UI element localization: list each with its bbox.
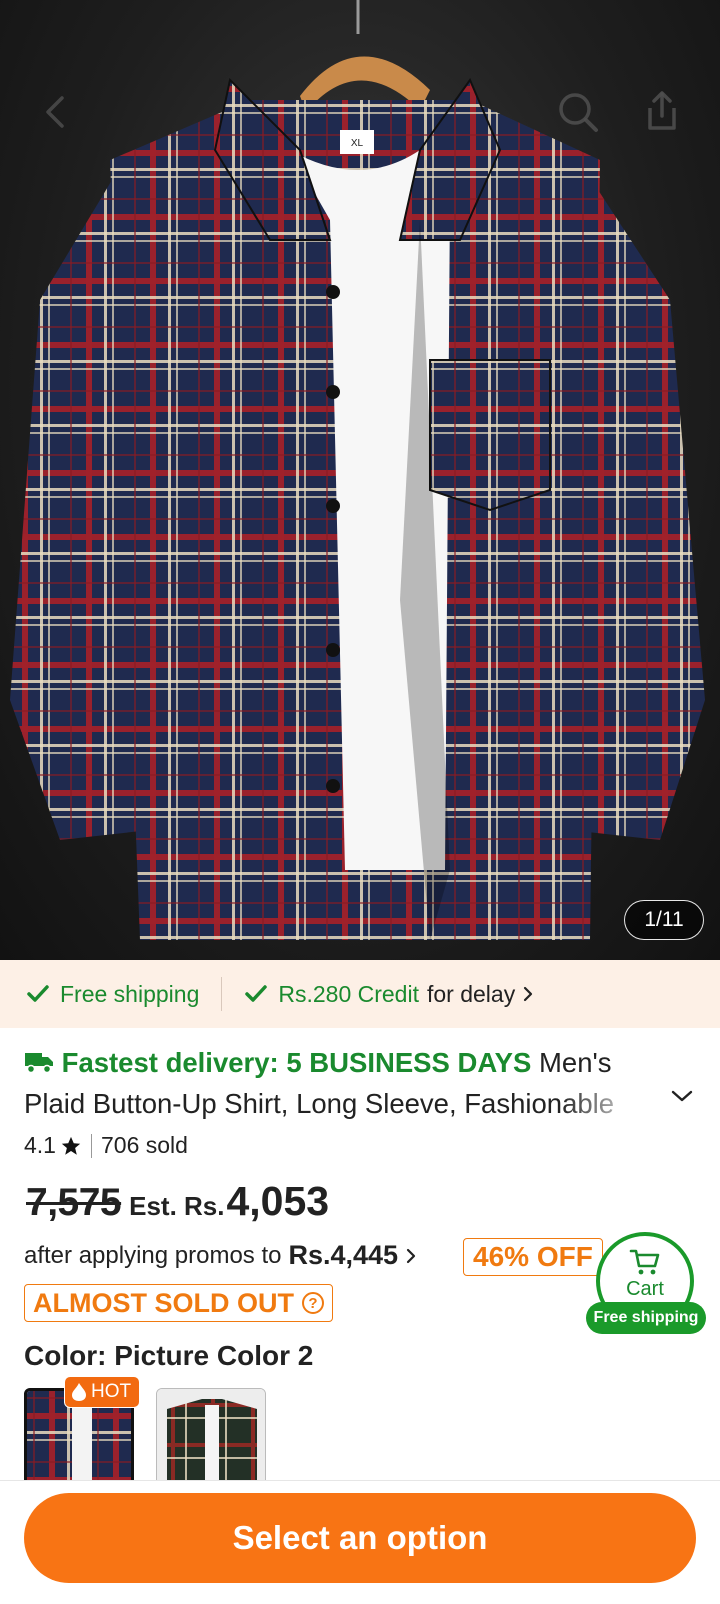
fastest-delivery-label: Fastest delivery: 5 BUSINESS DAYS — [61, 1047, 532, 1078]
promo-price: Rs.4,445 — [288, 1240, 399, 1270]
promo-text: after applying promos to — [24, 1241, 282, 1269]
share-button[interactable] — [634, 84, 690, 140]
chevron-right-icon — [406, 1248, 416, 1263]
image-counter: 1/11 — [624, 900, 704, 940]
free-shipping-label: Free shipping — [60, 980, 200, 1007]
check-icon — [27, 985, 49, 1002]
price-row: 7,575 Est. Rs. 4,053 — [26, 1178, 329, 1225]
original-price: 7,575 — [26, 1181, 122, 1224]
star-icon — [61, 1136, 81, 1155]
search-button[interactable] — [550, 84, 606, 140]
banner-divider — [221, 977, 223, 1011]
almost-sold-out-badge[interactable]: ALMOST SOLD OUT ? — [24, 1284, 333, 1322]
bottom-action-bar: Select an option — [0, 1480, 720, 1604]
shipping-banner[interactable]: Free shipping Rs.280 Credit for delay — [0, 960, 720, 1028]
rating-divider — [90, 1133, 92, 1158]
search-icon — [559, 93, 598, 132]
color-swatch-2[interactable] — [156, 1388, 266, 1480]
credit-label: for delay — [426, 980, 516, 1007]
swatch-image — [157, 1389, 265, 1480]
product-image: XL — [10, 0, 705, 940]
chevron-right-icon — [524, 986, 533, 1002]
cart-label: Cart — [626, 1278, 664, 1300]
est-price-label: Est. Rs. — [129, 1191, 225, 1221]
est-price: 4,053 — [226, 1178, 330, 1224]
sold-count: 706 sold — [100, 1132, 188, 1158]
cart-free-shipping-pill: Free shipping — [586, 1302, 706, 1334]
flame-icon — [72, 1383, 86, 1401]
help-icon: ? — [301, 1292, 324, 1314]
share-icon — [648, 91, 676, 130]
credit-amount: Rs.280 Credit — [278, 980, 419, 1007]
rating-row[interactable]: 4.1 706 sold — [24, 1132, 188, 1159]
rating-value: 4.1 — [24, 1132, 56, 1158]
free-shipping-item: Free shipping — [26, 981, 199, 1008]
title-fade — [560, 1084, 670, 1124]
expand-title-button[interactable] — [670, 1088, 694, 1109]
hot-badge: HOT — [64, 1376, 141, 1408]
stock-badge-label: ALMOST SOLD OUT — [33, 1287, 294, 1318]
cart-icon — [629, 1249, 660, 1275]
color-label: Color: Picture Color 2 — [24, 1340, 314, 1371]
select-option-button[interactable]: Select an option — [24, 1493, 696, 1583]
delivery-truck-icon — [25, 1053, 53, 1074]
delay-credit-item[interactable]: Rs.280 Credit for delay — [244, 981, 535, 1008]
promo-row[interactable]: after applying promos to Rs.4,445 — [24, 1240, 418, 1271]
product-image-gallery[interactable]: XL 1/11 — [0, 0, 720, 960]
check-icon — [245, 985, 268, 1002]
svg-text:XL: XL — [351, 138, 364, 149]
back-chevron-icon — [46, 96, 64, 128]
chevron-down-icon — [671, 1090, 693, 1102]
back-button[interactable] — [28, 84, 84, 140]
hot-label: HOT — [91, 1381, 132, 1402]
floating-cart-button[interactable]: Cart Free shipping — [586, 1232, 720, 1336]
discount-badge: 46% OFF — [463, 1238, 603, 1276]
